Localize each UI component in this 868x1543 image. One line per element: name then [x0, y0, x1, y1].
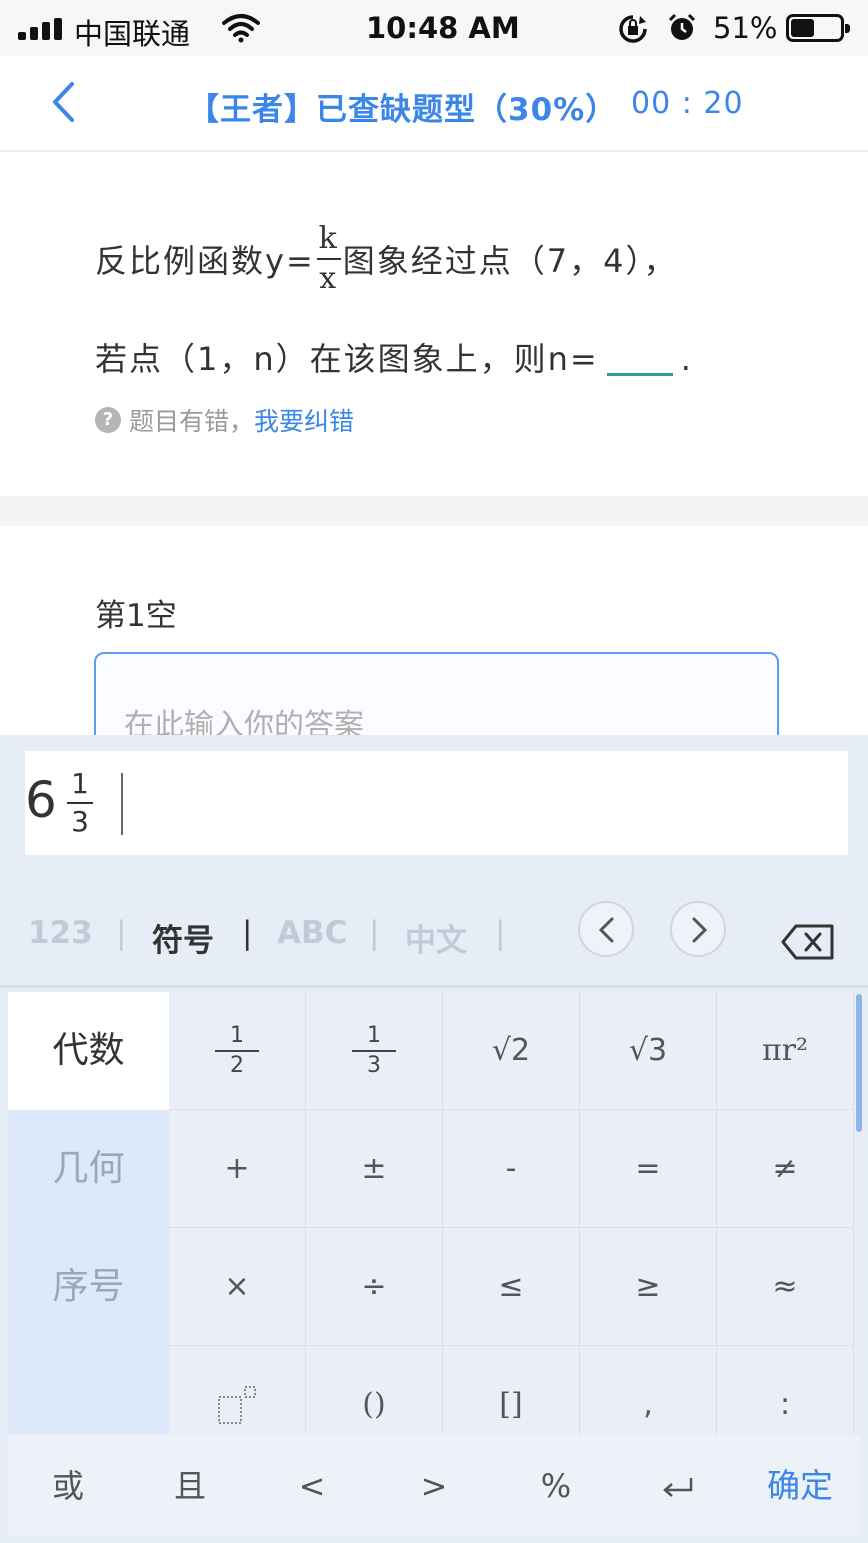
key-superscript[interactable] [169, 1346, 306, 1435]
prev-button[interactable] [578, 901, 634, 957]
key-equals[interactable]: = [580, 1110, 717, 1228]
blank-label: 第1空 [95, 598, 177, 634]
battery-percent: 51% [713, 11, 778, 45]
report-error: ? 题目有错， 我要纠错 [95, 402, 354, 438]
tab-separator: | [369, 915, 380, 951]
report-text: 题目有错， [129, 407, 255, 436]
key-one-half[interactable]: 12 [169, 992, 306, 1110]
question-card: 反比例函数y= k x 图象经过点（7，4）， 若点（1，n）在该图象上，则n=… [0, 152, 868, 496]
key-greater-equal[interactable]: ≥ [580, 1228, 717, 1346]
tab-symbols[interactable]: 符号 [152, 915, 214, 960]
keyboard-preview[interactable]: 6 1 3 [25, 751, 848, 855]
question-text: 图象经过点（7，4）， [342, 242, 678, 280]
key-parentheses[interactable]: () [306, 1346, 443, 1435]
key-minus[interactable]: - [443, 1110, 580, 1228]
preview-numerator: 1 [71, 767, 89, 800]
section-divider [0, 496, 868, 526]
keyboard-tabs: 123 | 符号 | ABC | 中文 | [0, 871, 868, 989]
tab-separator: | [116, 915, 127, 951]
chevron-left-icon [53, 82, 74, 122]
key-not-equal[interactable]: ≠ [717, 1110, 854, 1228]
question-text: 若点（1，n）在该图象上，则n= [95, 340, 599, 378]
confirm-button[interactable]: 确定 [740, 1435, 860, 1537]
key-sqrt-2[interactable]: √2 [443, 992, 580, 1110]
tab-abc[interactable]: ABC [277, 915, 347, 951]
scrollbar[interactable] [856, 994, 862, 1132]
key-less-than[interactable]: < [252, 1435, 372, 1537]
status-bar: 中国联通 10:48 AM 51% [0, 0, 868, 56]
fraction-denominator: x [319, 261, 339, 296]
key-colon[interactable]: : [717, 1346, 854, 1435]
carrier-name: 中国联通 [74, 17, 191, 51]
category-list: 代数 几何 序号 [8, 992, 169, 1435]
chevron-left-icon [598, 917, 614, 943]
fraction-numerator: k [318, 221, 339, 256]
status-time: 10:48 AM [366, 11, 520, 45]
tab-separator: | [495, 915, 506, 951]
category-ordinal[interactable]: 序号 [8, 1228, 169, 1346]
chevron-right-icon [692, 917, 708, 943]
category-geometry[interactable]: 几何 [8, 1110, 169, 1228]
question-mark-icon: ? [95, 407, 121, 433]
rotation-lock-icon [619, 15, 647, 43]
category-algebra[interactable]: 代数 [8, 992, 169, 1110]
battery-icon [786, 14, 850, 42]
timer: 00 : 20 [631, 86, 744, 121]
preview-fraction: 1 3 [67, 769, 93, 837]
key-numerator: 1 [230, 1022, 244, 1048]
key-or[interactable]: 或 [8, 1435, 128, 1537]
text-caret [121, 773, 123, 835]
key-and[interactable]: 且 [130, 1435, 250, 1537]
key-greater-than[interactable]: > [374, 1435, 494, 1537]
backspace-icon[interactable] [780, 923, 836, 961]
key-multiply[interactable]: × [169, 1228, 306, 1346]
question-line-2: 若点（1，n）在该图象上，则n=. [95, 334, 693, 380]
key-percent[interactable]: % [496, 1435, 616, 1537]
question-text: 反比例函数y= [95, 242, 315, 280]
fraction-k-over-x: k x [316, 221, 341, 296]
key-divide[interactable]: ÷ [306, 1228, 443, 1346]
preview-denominator: 3 [71, 805, 89, 838]
page-title: 【王者】已查缺题型（30%） [188, 92, 618, 128]
question-text: . [680, 340, 693, 378]
preview-whole: 6 [25, 771, 57, 829]
key-plus-minus[interactable]: ± [306, 1110, 443, 1228]
next-button[interactable] [670, 901, 726, 957]
key-approx[interactable]: ≈ [717, 1228, 854, 1346]
superscript-icon [218, 1385, 256, 1424]
key-less-equal[interactable]: ≤ [443, 1228, 580, 1346]
question-line-1: 反比例函数y= k x 图象经过点（7，4）， [95, 222, 678, 296]
key-sqrt-3[interactable]: √3 [580, 992, 717, 1110]
tab-chinese[interactable]: 中文 [405, 915, 467, 960]
report-error-link[interactable]: 我要纠错 [254, 402, 354, 438]
alarm-icon [668, 13, 696, 40]
key-numerator: 1 [367, 1022, 381, 1048]
answer-blank[interactable] [606, 346, 673, 376]
key-plus[interactable]: + [169, 1110, 306, 1228]
key-pi-r-squared[interactable]: πr² [717, 992, 854, 1110]
signal-icon [18, 18, 64, 40]
tab-separator: | [242, 915, 253, 951]
key-comma[interactable]: , [580, 1346, 717, 1435]
key-denominator: 3 [367, 1052, 381, 1078]
tab-123[interactable]: 123 [28, 915, 93, 951]
key-enter[interactable] [618, 1435, 738, 1537]
key-brackets[interactable]: [] [443, 1346, 580, 1435]
keyboard-grid: 代数 几何 序号 12 13 √2 √3 πr² + ± - = ≠ × ÷ ≤ [0, 988, 868, 1435]
keyboard-bottom-row: 或 且 < > % 确定 [8, 1435, 860, 1537]
key-one-third[interactable]: 13 [306, 992, 443, 1110]
back-button[interactable] [48, 80, 92, 128]
nav-bar: 【王者】已查缺题型（30%） 00 : 20 [0, 56, 868, 152]
wifi-icon [222, 14, 260, 43]
math-keyboard: 6 1 3 123 | 符号 | ABC | 中文 | 代数 几何 序号 1 2… [0, 735, 868, 1543]
key-denominator: 2 [230, 1052, 244, 1078]
enter-icon [663, 1478, 693, 1497]
